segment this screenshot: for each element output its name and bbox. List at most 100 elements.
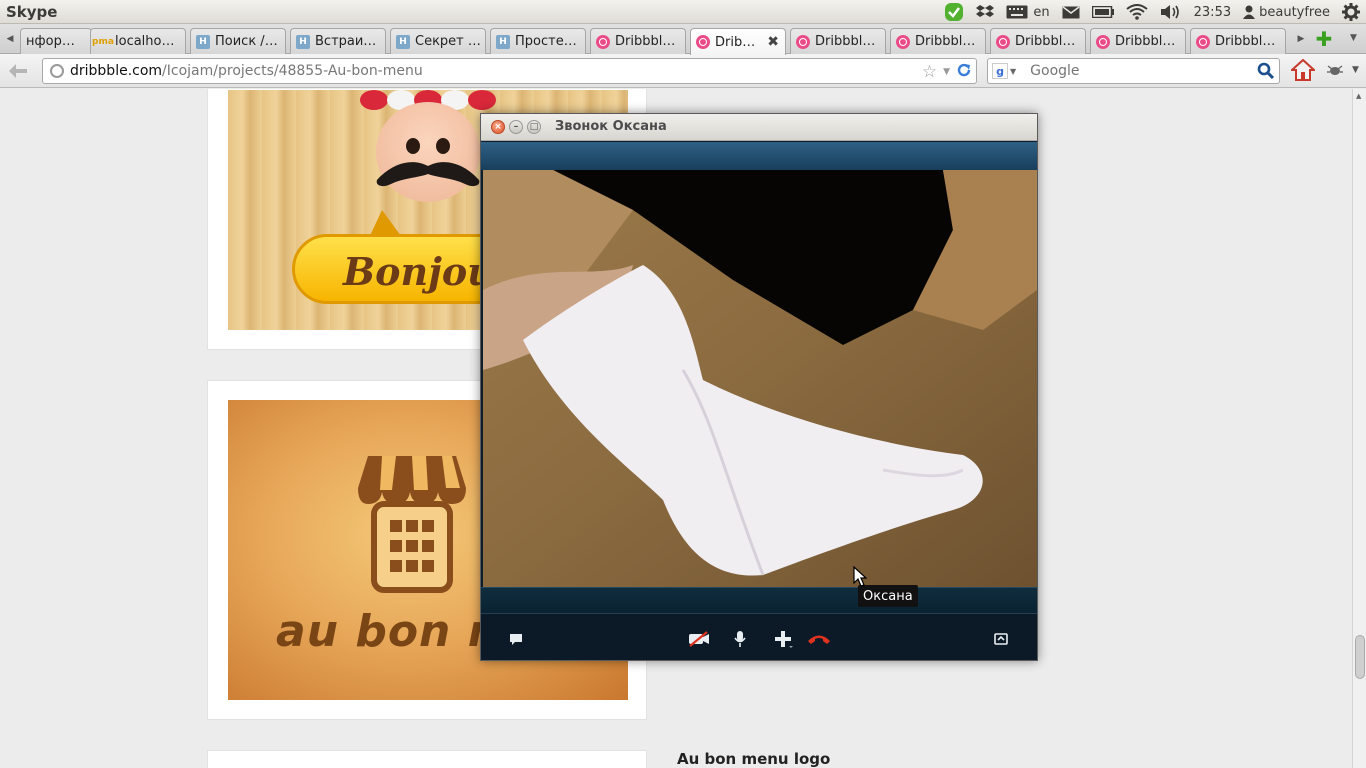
clock[interactable]: 23:53: [1188, 0, 1237, 24]
shot-card[interactable]: [207, 750, 647, 768]
browser-tab[interactable]: Dribbbl…: [1090, 28, 1186, 54]
moustache-illustration: [376, 162, 480, 187]
dribbble-icon: [696, 35, 710, 49]
dribbble-icon: [996, 34, 1010, 49]
user-icon: [1243, 5, 1256, 19]
url-path: /Icojam/projects/48855-Au-bon-menu: [162, 63, 423, 79]
tab-label: Секрет …: [415, 34, 481, 49]
tab-list-chevron-icon[interactable]: ▼: [1350, 33, 1357, 43]
keyboard-layout-indicator[interactable]: en: [1000, 0, 1055, 24]
tab-label: Dribbbl…: [615, 34, 676, 49]
user-menu[interactable]: beautyfree: [1237, 0, 1336, 24]
browser-tab[interactable]: Drib… ✖: [690, 28, 786, 55]
skype-title-bar[interactable]: × – □ Звонок Оксана: [481, 114, 1037, 141]
tab-label: localho…: [115, 34, 175, 49]
video-off-icon[interactable]: [686, 626, 712, 652]
skype-status-icon[interactable]: [938, 0, 970, 24]
dribbble-icon: [1096, 34, 1110, 49]
skype-window-title: Звонок Оксана: [555, 119, 667, 134]
phpmyadmin-icon: pma: [92, 36, 114, 47]
volume-icon[interactable]: [1154, 0, 1188, 24]
address-bar[interactable]: dribbble.com/Icojam/projects/48855-Au-bo…: [42, 58, 977, 84]
dribbble-icon: [896, 34, 910, 49]
back-arrow-icon[interactable]: [6, 60, 30, 82]
tab-label: Поиск /…: [215, 34, 278, 49]
window-close-icon[interactable]: ×: [491, 120, 505, 134]
battery-icon[interactable]: [1086, 0, 1120, 24]
habr-icon: H: [196, 34, 210, 49]
url-dropdown-icon[interactable]: ▼: [943, 67, 950, 77]
url-domain: dribbble.com: [70, 63, 163, 79]
tab-close-icon[interactable]: ✖: [767, 34, 779, 50]
tab-label: Встраи…: [315, 34, 377, 49]
hang-up-icon[interactable]: [806, 626, 832, 652]
search-icon[interactable]: [1257, 62, 1275, 84]
session-gear-icon[interactable]: [1336, 0, 1366, 24]
page-globe-icon: [50, 64, 64, 78]
tab-label: Drib…: [715, 34, 756, 50]
dribbble-icon: [596, 34, 610, 49]
new-tab-plus-icon[interactable]: ✚: [1313, 27, 1335, 51]
participant-tooltip: Оксана: [858, 585, 918, 607]
browser-tab[interactable]: H Просте…: [490, 28, 586, 54]
scroll-up-arrow-icon[interactable]: ▲: [1356, 92, 1361, 100]
microphone-icon[interactable]: [727, 626, 753, 652]
skype-header-band: [481, 142, 1037, 170]
extension-icon[interactable]: [1326, 62, 1344, 82]
habr-icon: H: [496, 34, 510, 49]
dropbox-icon[interactable]: [970, 0, 1000, 24]
bookmark-star-icon[interactable]: ☆: [922, 62, 937, 82]
tab-label: Dribbbl…: [1215, 34, 1276, 49]
browser-tab[interactable]: H Встраи…: [290, 28, 386, 54]
add-plus-icon[interactable]: [771, 626, 797, 652]
shop-menu-icon: [358, 456, 466, 593]
window-minimize-icon[interactable]: –: [509, 120, 523, 134]
video-feed[interactable]: [483, 170, 1037, 587]
tab-label: Dribbbl…: [915, 34, 976, 49]
browser-menu-chevron-icon[interactable]: ▼: [1352, 65, 1359, 75]
tab-label: Dribbbl…: [1115, 34, 1176, 49]
window-maximize-icon[interactable]: □: [527, 120, 541, 134]
tab-scroll-right-icon[interactable]: ▶: [1291, 24, 1311, 54]
browser-tab[interactable]: Dribbbl…: [990, 28, 1086, 54]
mail-icon[interactable]: [1056, 0, 1086, 24]
address-bar-actions: ☆ ▼: [922, 62, 972, 82]
browser-tab[interactable]: Dribbbl…: [1190, 28, 1286, 54]
mouse-cursor-icon: [853, 566, 867, 587]
google-search-engine-icon[interactable]: g: [992, 63, 1008, 79]
browser-tab[interactable]: нфор…: [20, 28, 92, 54]
scrollbar-thumb[interactable]: [1355, 635, 1365, 679]
skype-call-window[interactable]: × – □ Звонок Оксана: [480, 113, 1038, 661]
wifi-icon[interactable]: [1120, 0, 1154, 24]
fullscreen-icon[interactable]: [988, 626, 1014, 652]
tab-scroll-left-icon[interactable]: ◀: [0, 24, 20, 54]
browser-tab[interactable]: Dribbbl…: [890, 28, 986, 54]
ubuntu-top-panel: Skype en 23:53 beautyfree: [0, 0, 1366, 24]
shot-title[interactable]: Au bon menu logo: [677, 750, 830, 768]
video-frame-image: [483, 170, 1037, 587]
reload-icon[interactable]: [956, 62, 972, 82]
chat-bubble-icon[interactable]: [503, 626, 529, 652]
browser-tab[interactable]: H Секрет …: [390, 28, 486, 54]
search-box[interactable]: g ▼: [987, 58, 1280, 84]
call-controls-bar: [481, 613, 1037, 660]
home-icon[interactable]: [1289, 58, 1317, 85]
indicator-area: en 23:53 beautyfree: [938, 0, 1366, 24]
keyboard-layout-label: en: [1033, 4, 1050, 20]
browser-tab[interactable]: Dribbbl…: [590, 28, 686, 54]
dribbble-icon: [1196, 34, 1210, 49]
tab-label: нфор…: [26, 34, 75, 49]
browser-tab-strip: ◀ нфор… pma localho… H Поиск /… H Встраи… H Секр…: [0, 24, 1366, 55]
user-name: beautyfree: [1259, 4, 1330, 20]
search-engine-dropdown-icon[interactable]: ▼: [1010, 67, 1016, 76]
search-input[interactable]: [1030, 63, 1261, 79]
browser-tab[interactable]: pma localho…: [90, 28, 186, 54]
tab-label: Просте…: [515, 34, 577, 49]
browser-tab[interactable]: H Поиск /…: [190, 28, 286, 54]
browser-tab[interactable]: Dribbbl…: [790, 28, 886, 54]
active-app-name: Skype: [6, 2, 58, 21]
page-scrollbar[interactable]: ▲: [1352, 89, 1366, 768]
tab-label: Dribbbl…: [815, 34, 876, 49]
keyboard-icon: [1006, 5, 1028, 19]
habr-icon: H: [396, 34, 410, 49]
